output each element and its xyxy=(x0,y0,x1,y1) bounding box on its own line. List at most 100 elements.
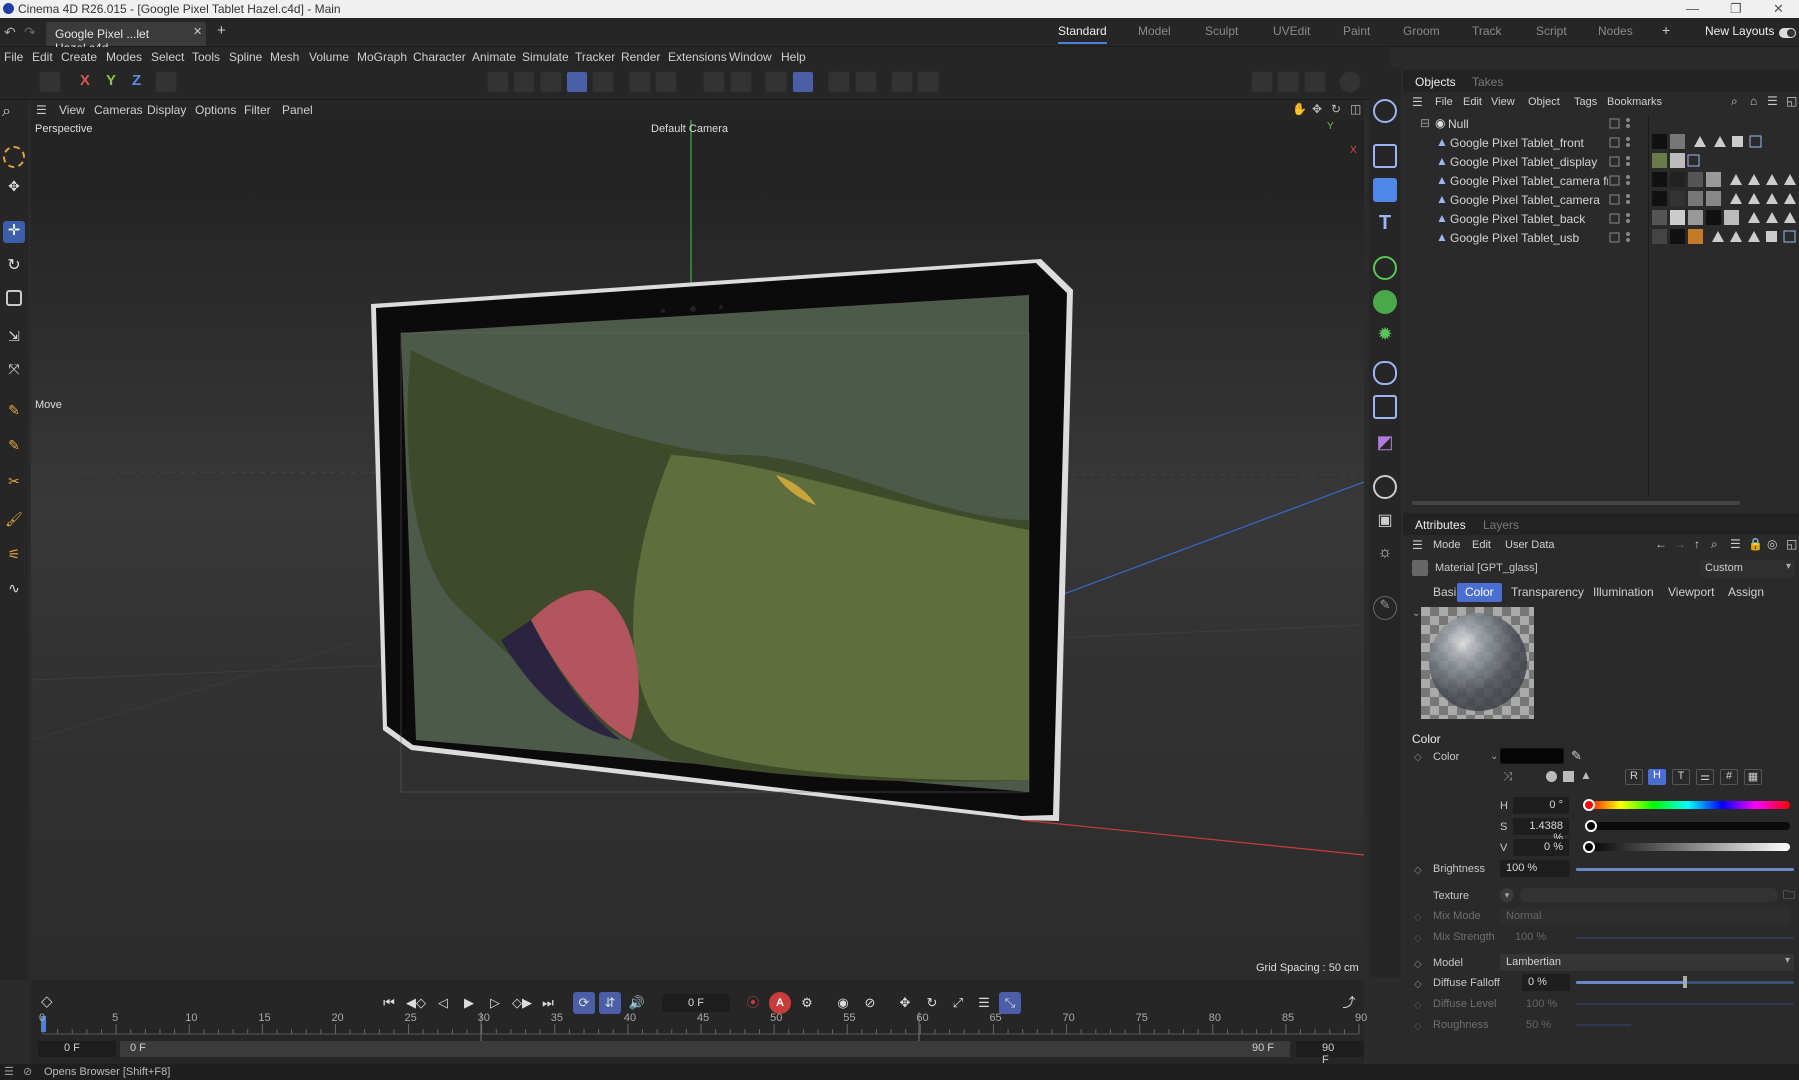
layout-paint[interactable]: Paint xyxy=(1343,24,1370,38)
objects-search-icon[interactable]: ⌕ xyxy=(1731,94,1738,109)
z-axis-lock-button[interactable]: Z xyxy=(132,72,141,89)
objects-menu-tags[interactable]: Tags xyxy=(1574,96,1597,108)
play-button[interactable]: ▶ xyxy=(458,992,480,1014)
light-object-icon[interactable]: ☼ xyxy=(1373,544,1397,568)
rgb-mode-button[interactable]: R xyxy=(1625,769,1643,785)
attributes-new-window-icon[interactable]: ◱ xyxy=(1786,537,1797,551)
objects-hamburger-icon[interactable]: ☰ xyxy=(1412,95,1423,109)
tab-takes[interactable]: Takes xyxy=(1472,75,1503,89)
subtab-assign[interactable]: Assign xyxy=(1720,583,1772,602)
preview-range-button[interactable]: ⇵ xyxy=(599,992,621,1014)
viewport-hamburger-icon[interactable]: ☰ xyxy=(36,103,47,117)
maximize-button[interactable]: ❐ xyxy=(1730,1,1742,17)
camera-tag-icon[interactable]: ▣ xyxy=(1373,510,1397,534)
previous-frame-button[interactable]: ◁ xyxy=(432,992,454,1014)
animate-diamond-icon[interactable]: ◇ xyxy=(1414,959,1422,970)
x-axis-lock-button[interactable]: X xyxy=(80,72,90,89)
move-tool-icon[interactable]: ✛ xyxy=(3,221,25,243)
menu-volume[interactable]: Volume xyxy=(309,50,349,64)
primitive-object-icon[interactable] xyxy=(1373,178,1397,202)
attributes-search-icon[interactable]: ⌕ xyxy=(1711,537,1718,552)
layout-model[interactable]: Model xyxy=(1138,24,1171,38)
back-arrow-icon[interactable]: ← xyxy=(1655,537,1667,551)
render-to-picture-viewer-icon[interactable] xyxy=(1277,71,1299,93)
autokey-button[interactable]: A xyxy=(769,992,791,1014)
effector-icon[interactable]: ✹ xyxy=(1373,324,1397,348)
menu-help[interactable]: Help xyxy=(781,50,806,64)
objects-home-icon[interactable]: ⌂ xyxy=(1750,94,1757,108)
hue-slider[interactable] xyxy=(1586,801,1790,809)
menu-tools[interactable]: Tools xyxy=(192,50,220,64)
scene-end-field[interactable]: 90 F xyxy=(1296,1041,1364,1066)
image-picker-icon[interactable]: ▲ xyxy=(1580,768,1592,782)
key-scale-icon[interactable]: ⤢ xyxy=(947,992,969,1014)
tweak-mode-icon[interactable] xyxy=(655,71,677,93)
objects-filter-icon[interactable]: ☰ xyxy=(1767,94,1778,108)
tab-attributes[interactable]: Attributes xyxy=(1415,518,1466,532)
auto-key-icon[interactable] xyxy=(917,71,939,93)
texture-mode-icon[interactable] xyxy=(592,71,614,93)
camera-label[interactable]: Default Camera xyxy=(651,123,728,135)
viewport-menu-cameras[interactable]: Cameras xyxy=(94,103,143,117)
scene-start-field[interactable]: 0 F xyxy=(38,1041,116,1057)
subtab-illumination[interactable]: Illumination xyxy=(1585,583,1662,602)
key-position-icon[interactable]: ✥ xyxy=(894,992,916,1014)
coordinate-system-icon[interactable] xyxy=(155,71,177,93)
viewport-menu-options[interactable]: Options xyxy=(195,103,236,117)
preset-dropdown[interactable]: Custom ▾ xyxy=(1700,560,1795,577)
animate-diamond-icon[interactable]: ◇ xyxy=(1414,979,1422,990)
menu-mograph[interactable]: MoGraph xyxy=(357,50,407,64)
objects-menu-file[interactable]: File xyxy=(1435,96,1453,108)
layout-toggle[interactable] xyxy=(1779,28,1796,38)
viewport-menu-display[interactable]: Display xyxy=(147,103,186,117)
y-axis-lock-button[interactable]: Y xyxy=(106,72,116,89)
saturation-input[interactable]: 1.4388 % xyxy=(1513,818,1569,844)
polygons-mode-icon[interactable] xyxy=(540,71,562,93)
menu-tracker[interactable]: Tracker xyxy=(575,50,615,64)
preview-range-bar[interactable]: 0 F 90 F xyxy=(120,1041,1290,1057)
points-mode-icon[interactable] xyxy=(487,71,509,93)
objects-menu-view[interactable]: View xyxy=(1491,96,1515,108)
subtab-transparency[interactable]: Transparency xyxy=(1503,583,1592,602)
object-mode-icon[interactable] xyxy=(566,71,588,93)
deformer-icon[interactable] xyxy=(1373,361,1397,385)
color-swatch[interactable] xyxy=(1500,748,1564,764)
field-icon[interactable] xyxy=(1373,395,1397,419)
viewport-maximize-icon[interactable]: ◫ xyxy=(1350,102,1361,116)
previous-key-button[interactable]: ◀◇ xyxy=(405,992,427,1014)
undo-icon[interactable]: ↶ xyxy=(4,24,16,41)
swatches-icon[interactable]: ▦ xyxy=(1744,769,1762,785)
spline-tools-icon[interactable]: ✂ xyxy=(3,473,25,495)
model-mode-icon[interactable] xyxy=(39,71,61,93)
menu-select[interactable]: Select xyxy=(151,50,184,64)
environment-icon[interactable] xyxy=(1373,475,1397,499)
camera-object-icon[interactable] xyxy=(1373,99,1397,123)
animate-diamond-icon[interactable]: ◇ xyxy=(1414,865,1422,876)
subtab-color[interactable]: Color xyxy=(1457,583,1502,602)
tab-layers[interactable]: Layers xyxy=(1483,518,1519,532)
hsv-mode-button[interactable]: H xyxy=(1648,769,1666,785)
mixing-mode-icon[interactable]: ⚌ xyxy=(1696,769,1714,785)
brightness-slider[interactable] xyxy=(1576,868,1794,871)
texture-slot[interactable] xyxy=(1520,888,1778,902)
generator-icon[interactable] xyxy=(1373,256,1397,280)
texture-dropdown-icon[interactable]: ▾ xyxy=(1500,888,1514,902)
spline-object-icon[interactable]: ◩ xyxy=(1373,432,1397,456)
viewport-canvas[interactable] xyxy=(31,120,1364,975)
tab-objects[interactable]: Objects xyxy=(1415,75,1456,89)
document-tab[interactable]: Google Pixel ...let Hazel.c4d xyxy=(46,22,206,55)
rotate-tool-icon[interactable]: ↻ xyxy=(3,255,25,277)
attributes-menu-edit[interactable]: Edit xyxy=(1472,539,1491,551)
layout-uvedit[interactable]: UVEdit xyxy=(1273,24,1310,38)
viewport-pan-icon[interactable]: ✋ xyxy=(1292,102,1307,116)
diffuse-falloff-slider[interactable] xyxy=(1576,976,1794,988)
viewport-menu-view[interactable]: View xyxy=(59,103,85,117)
value-input[interactable]: 0 % xyxy=(1513,839,1569,856)
snap-icon[interactable] xyxy=(703,71,725,93)
menu-extensions[interactable]: Extensions xyxy=(668,50,727,64)
color-expand-icon[interactable]: ⌄ xyxy=(1490,751,1498,762)
menu-spline[interactable]: Spline xyxy=(229,50,262,64)
viewport-solo-icon[interactable] xyxy=(891,71,913,93)
diffuse-falloff-handle[interactable] xyxy=(1683,976,1687,988)
forward-arrow-icon[interactable]: → xyxy=(1674,537,1686,551)
